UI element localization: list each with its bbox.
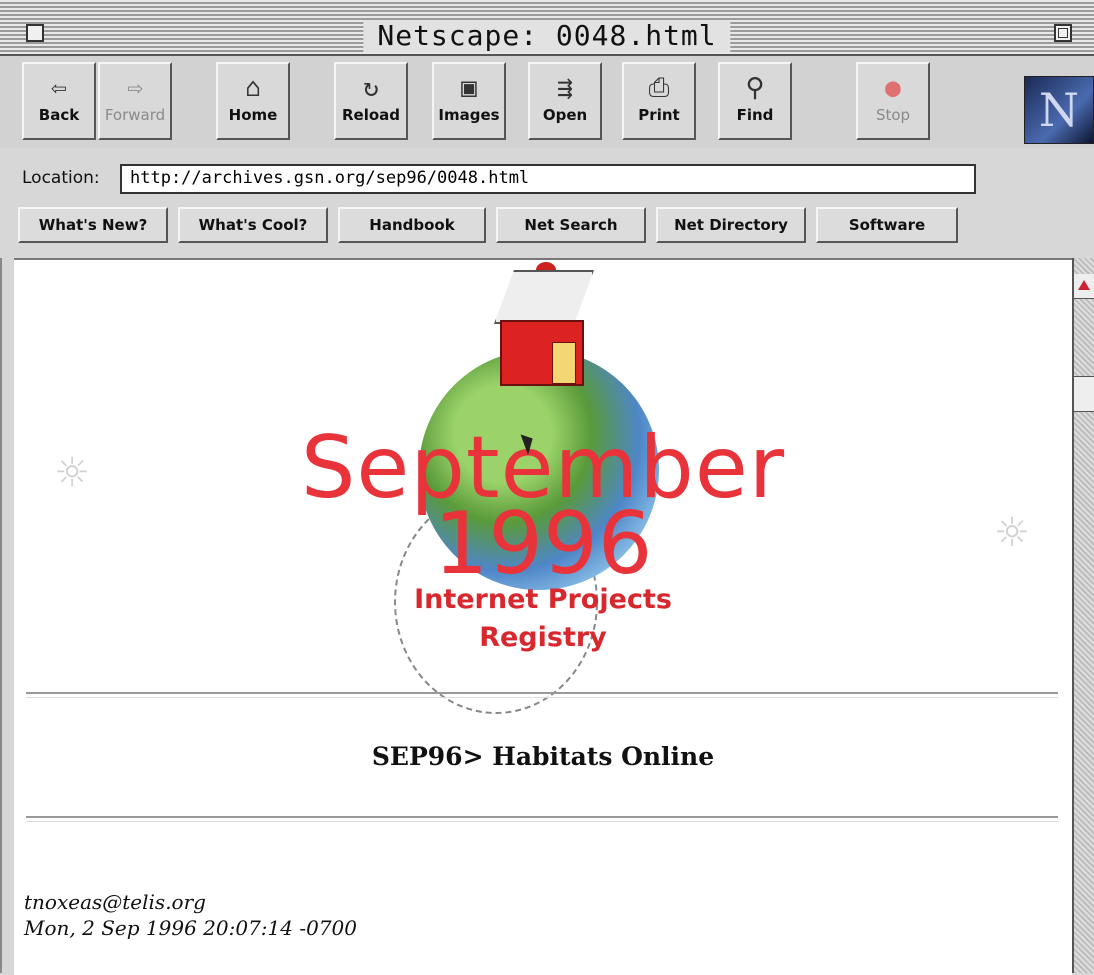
netscape-logo[interactable]: N [1024, 76, 1094, 144]
back-button[interactable]: ⇦ Back [22, 62, 96, 140]
forward-button[interactable]: ⇨ Forward [98, 62, 172, 140]
window-zoom-button[interactable] [1054, 24, 1072, 42]
left-edge [0, 258, 2, 973]
net-directory-button[interactable]: Net Directory [656, 207, 806, 243]
whats-cool-button[interactable]: What's Cool? [178, 207, 328, 243]
author-email-link[interactable]: tnoxeas@telis.org [24, 890, 206, 914]
page-content[interactable]: ☼ ☼ September 1996 Internet Projects Reg… [14, 258, 1072, 975]
forward-button-label: Forward [104, 106, 166, 124]
directory-buttons: What's New? What's Cool? Handbook Net Se… [0, 203, 1094, 249]
find-button[interactable]: ⚲ Find [718, 62, 792, 140]
door-shape [552, 342, 576, 384]
hero-subtitle-line1: Internet Projects [414, 584, 672, 615]
find-button-label: Find [736, 106, 774, 124]
vertical-scrollbar[interactable] [1072, 258, 1094, 973]
horizontal-rule [26, 816, 1058, 822]
scroll-up-arrow-icon[interactable] [1074, 274, 1094, 299]
horizontal-rule [26, 692, 1058, 698]
home-icon: ⌂ [245, 73, 261, 103]
open-icon: ⇶ [557, 73, 573, 103]
home-button[interactable]: ⌂ Home [216, 62, 290, 140]
print-icon: ⎙ [648, 73, 670, 103]
stop-button-label: Stop [875, 106, 911, 124]
navigation-toolbar: ⇦ Back ⇨ Forward ⌂ Home ↻ Reload ▣ Image… [0, 56, 1094, 148]
post-date: Mon, 2 Sep 1996 20:07:14 -0700 [24, 916, 357, 940]
software-button[interactable]: Software [816, 207, 958, 243]
open-button-label: Open [542, 106, 588, 124]
roof-shape [494, 270, 594, 324]
images-button[interactable]: ▣ Images [432, 62, 506, 140]
find-icon: ⚲ [745, 73, 765, 103]
window-title: Netscape: 0048.html [363, 20, 731, 52]
schoolhouse-image [494, 262, 594, 390]
stop-icon: ● [885, 73, 901, 103]
forward-arrow-icon: ⇨ [127, 73, 143, 103]
home-button-label: Home [228, 106, 278, 124]
window-title-bar[interactable]: Netscape: 0048.html [0, 0, 1094, 56]
hero-subtitle-line2: Registry [479, 622, 607, 653]
hero-year: 1996 [433, 494, 653, 594]
project-title: SEP96> Habitats Online [371, 742, 715, 771]
back-arrow-icon: ⇦ [51, 73, 67, 103]
reload-icon: ↻ [363, 73, 379, 103]
handbook-button[interactable]: Handbook [338, 207, 486, 243]
print-button-label: Print [638, 106, 680, 124]
scroll-thumb[interactable] [1074, 376, 1094, 412]
stop-button[interactable]: ● Stop [856, 62, 930, 140]
location-bar: Location: http://archives.gsn.org/sep96/… [0, 158, 1094, 198]
window-close-button[interactable] [26, 24, 44, 42]
print-button[interactable]: ⎙ Print [622, 62, 696, 140]
images-icon: ▣ [461, 73, 477, 103]
location-url-input[interactable]: http://archives.gsn.org/sep96/0048.html [120, 164, 976, 194]
back-button-label: Back [38, 106, 80, 124]
open-button[interactable]: ⇶ Open [528, 62, 602, 140]
net-search-button[interactable]: Net Search [496, 207, 646, 243]
reload-button-label: Reload [341, 106, 401, 124]
whats-new-button[interactable]: What's New? [18, 207, 168, 243]
location-label: Location: [22, 168, 100, 188]
images-button-label: Images [438, 106, 500, 124]
reload-button[interactable]: ↻ Reload [334, 62, 408, 140]
